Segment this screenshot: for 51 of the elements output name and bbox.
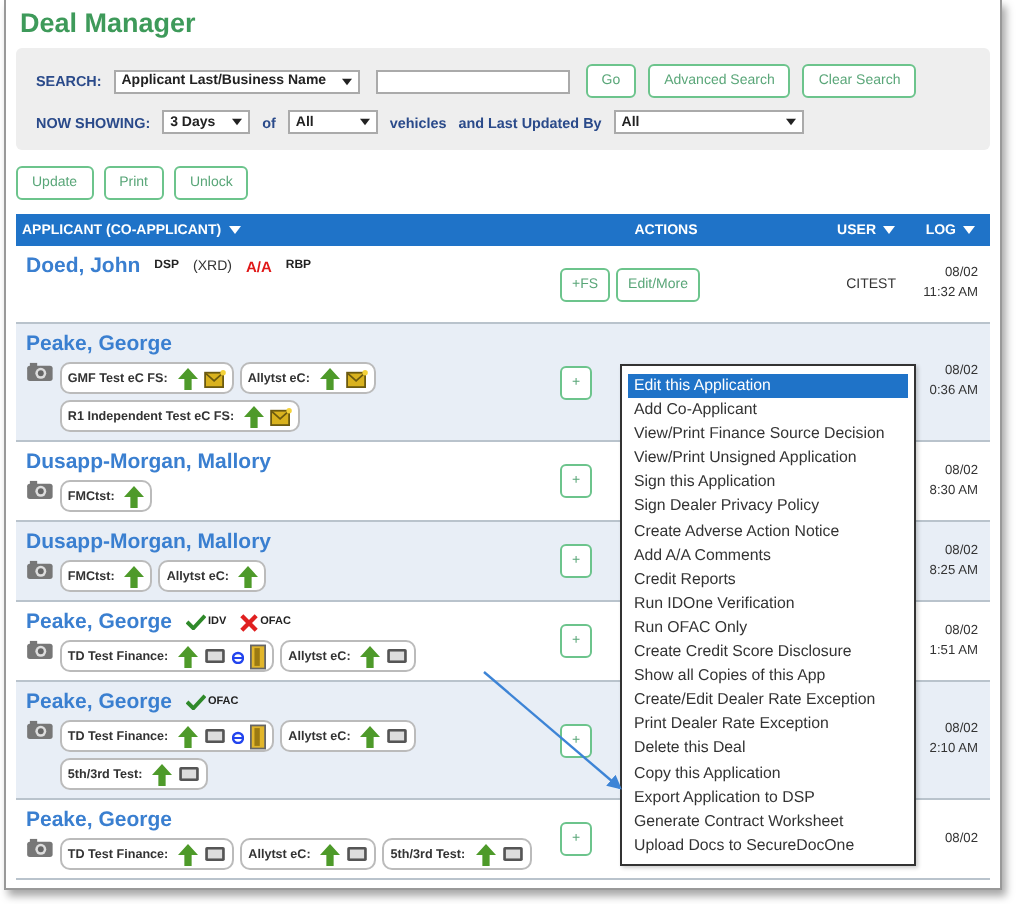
file-icon[interactable] [250, 643, 267, 669]
document-icon[interactable] [204, 846, 227, 862]
caret-icon [785, 118, 796, 126]
e-icon[interactable] [232, 728, 245, 744]
camera-icon[interactable] [26, 362, 54, 382]
e-icon[interactable] [232, 648, 245, 664]
up-arrow-icon[interactable] [320, 843, 341, 865]
envelope-icon[interactable] [270, 407, 293, 425]
applicant-name[interactable]: Peake, George [26, 332, 172, 356]
page-title: Deal Manager [20, 8, 198, 38]
camera-icon[interactable] [26, 838, 54, 858]
search-field[interactable] [375, 69, 570, 93]
applicant-name[interactable]: Doed, John [26, 254, 141, 278]
document-icon[interactable] [346, 846, 369, 862]
applicant-name[interactable]: Dusapp-Morgan, Mallory [26, 530, 272, 554]
applicant-name[interactable]: Peake, George [26, 808, 172, 832]
caret-icon [232, 118, 243, 126]
applicant-name[interactable]: Peake, George [26, 610, 172, 634]
up-arrow-icon[interactable] [124, 565, 145, 587]
up-arrow-icon[interactable] [319, 367, 340, 389]
document-icon[interactable] [386, 728, 409, 744]
envelope-icon[interactable] [203, 369, 226, 387]
up-arrow-icon[interactable] [475, 843, 496, 865]
document-icon[interactable] [501, 846, 524, 862]
up-arrow-icon[interactable] [244, 405, 265, 427]
caret-icon [341, 77, 352, 85]
applicant-name[interactable]: Dusapp-Morgan, Mallory [26, 450, 272, 474]
camera-icon[interactable] [26, 640, 54, 660]
up-arrow-icon[interactable] [360, 725, 381, 747]
document-icon[interactable] [204, 728, 227, 744]
document-icon[interactable] [386, 648, 409, 664]
up-arrow-icon[interactable] [178, 725, 199, 747]
document-icon[interactable] [204, 648, 227, 664]
check-icon [185, 694, 206, 710]
file-icon[interactable] [250, 723, 267, 749]
cross-icon [240, 613, 259, 631]
up-arrow-icon[interactable] [178, 843, 199, 865]
up-arrow-icon[interactable] [152, 763, 173, 785]
applicant-name[interactable]: Peake, George [26, 690, 172, 714]
document-icon[interactable] [178, 766, 201, 782]
up-arrow-icon[interactable] [177, 367, 198, 389]
up-arrow-icon[interactable] [124, 485, 145, 507]
check-icon [185, 614, 206, 630]
up-arrow-icon[interactable] [238, 565, 259, 587]
camera-icon[interactable] [26, 560, 54, 580]
up-arrow-icon[interactable] [360, 645, 381, 667]
caret-icon [359, 118, 370, 126]
envelope-icon[interactable] [345, 369, 368, 387]
camera-icon[interactable] [26, 720, 54, 740]
camera-icon[interactable] [26, 480, 54, 500]
up-arrow-icon[interactable] [178, 645, 199, 667]
